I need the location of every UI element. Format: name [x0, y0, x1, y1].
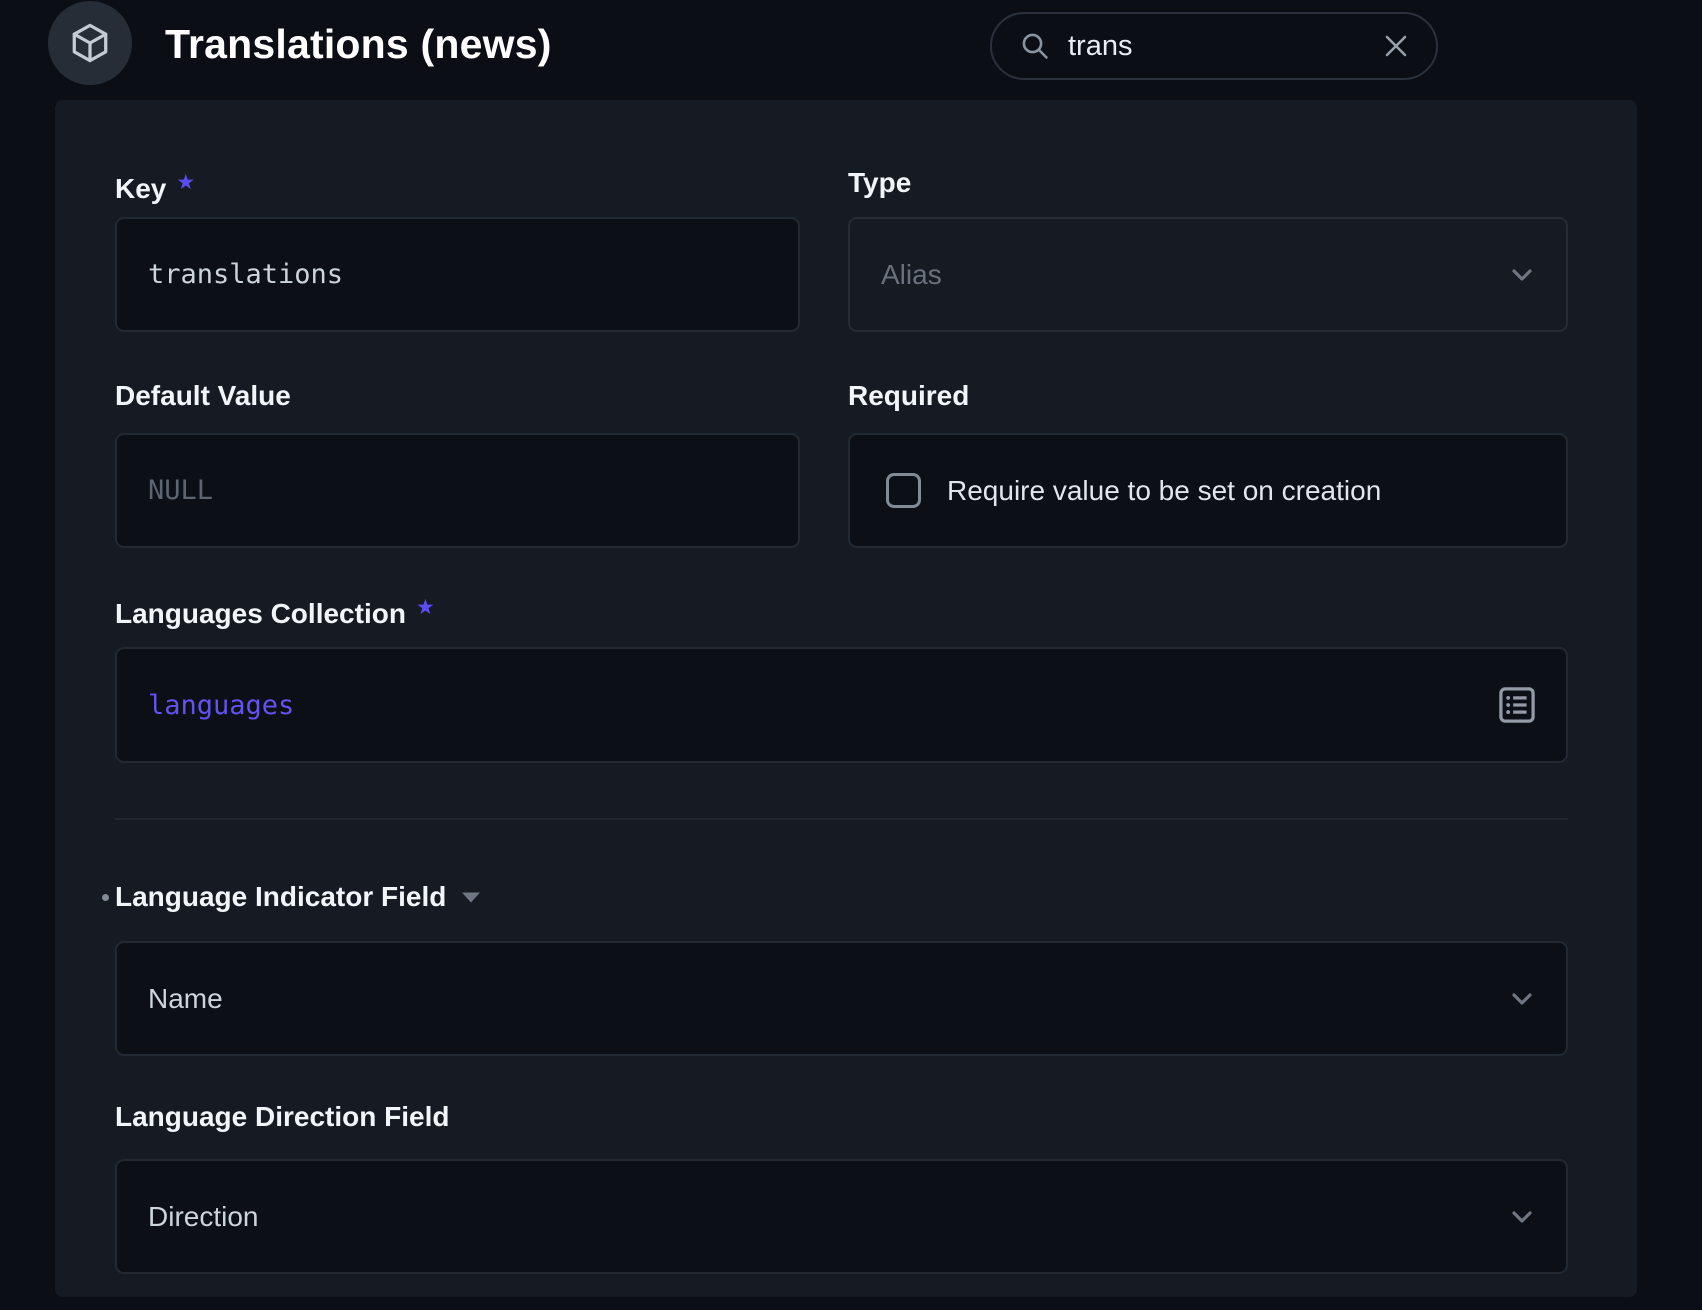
close-icon[interactable]: [1380, 30, 1412, 62]
drawer-header: Translations (news): [0, 0, 1702, 100]
required-field: Require value to be set on creation: [848, 433, 1568, 548]
languages-collection-label: Languages Collection ★: [115, 591, 435, 631]
languages-collection-value: languages: [117, 690, 294, 721]
language-direction-select[interactable]: Direction: [115, 1159, 1568, 1274]
type-select: Alias: [848, 217, 1568, 332]
language-direction-label: Language Direction Field: [115, 1100, 449, 1134]
chevron-down-icon: [1506, 983, 1538, 1015]
default-value-input[interactable]: [117, 475, 798, 506]
default-value-field[interactable]: [115, 433, 800, 548]
type-value: Alias: [850, 259, 942, 291]
collection-badge: [48, 1, 132, 85]
cube-icon: [67, 20, 113, 66]
key-label: Key ★: [115, 166, 195, 206]
languages-collection-label-text: Languages Collection: [115, 598, 406, 629]
required-checkbox[interactable]: [886, 473, 921, 508]
label-dropdown-arrow-icon[interactable]: [460, 891, 482, 904]
list-alt-icon[interactable]: [1494, 682, 1540, 728]
language-indicator-label: Language Indicator Field: [115, 880, 446, 914]
key-label-text: Key: [115, 173, 166, 204]
language-indicator-label-row[interactable]: Language Indicator Field: [102, 880, 482, 914]
required-asterisk: ★: [416, 596, 435, 619]
required-checkbox-label: Require value to be set on creation: [947, 475, 1381, 507]
default-value-label: Default Value: [115, 379, 291, 413]
key-input[interactable]: [117, 259, 798, 290]
language-indicator-select[interactable]: Name: [115, 941, 1568, 1056]
search-input[interactable]: [1068, 30, 1380, 63]
divider: [115, 818, 1568, 820]
modified-dot: [102, 894, 109, 901]
page-title: Translations (news): [165, 21, 552, 68]
language-indicator-value: Name: [117, 983, 223, 1015]
required-label: Required: [848, 379, 969, 413]
type-label: Type: [848, 166, 911, 200]
search-icon: [1018, 29, 1052, 63]
language-direction-value: Direction: [117, 1201, 258, 1233]
chevron-down-icon: [1506, 1201, 1538, 1233]
languages-collection-field[interactable]: languages: [115, 647, 1568, 763]
field-detail-panel: Key ★ Type Alias Default Value Required R…: [55, 100, 1637, 1297]
key-field[interactable]: [115, 217, 800, 332]
required-asterisk: ★: [176, 171, 195, 194]
search-box[interactable]: [990, 12, 1438, 80]
chevron-down-icon: [1506, 259, 1538, 291]
